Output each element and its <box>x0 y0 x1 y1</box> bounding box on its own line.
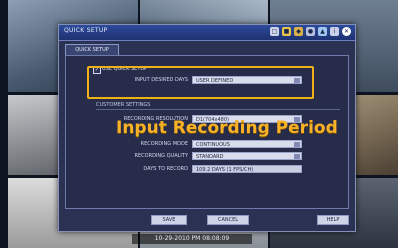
save-button[interactable]: SAVE <box>151 215 187 225</box>
folder-icon[interactable]: ■ <box>282 27 291 36</box>
window-title: QUICK SETUP <box>64 27 108 34</box>
chevron-down-icon <box>294 142 300 147</box>
overlay-caption: Input Recording Period <box>116 118 338 138</box>
section-divider <box>96 109 340 110</box>
camera-icon[interactable]: □ <box>270 27 279 36</box>
help-button[interactable]: HELP <box>317 215 349 225</box>
info-icon[interactable]: i <box>330 27 339 36</box>
record-icon[interactable]: ● <box>306 27 315 36</box>
close-icon[interactable]: ✕ <box>342 27 351 36</box>
titlebar-icons: □ ■ ◆ ● ▲ i ✕ <box>270 27 351 36</box>
status-bar-datetime: 10-29-2010 PM 08:08:09 <box>132 234 252 244</box>
titlebar: QUICK SETUP □ ■ ◆ ● ▲ i ✕ <box>59 25 355 41</box>
recording-mode-label: RECORDING MODE <box>140 141 188 147</box>
chevron-down-icon <box>294 154 300 159</box>
network-icon[interactable]: ▲ <box>318 27 327 36</box>
recording-quality-select[interactable]: STANDARD <box>192 152 302 160</box>
days-to-record-label: DAYS TO RECORD <box>143 166 188 172</box>
days-to-record-field: 109.2 DAYS (1 FPS/CH) <box>192 165 302 173</box>
cancel-button[interactable]: CANCEL <box>207 215 249 225</box>
highlight-box <box>87 66 314 99</box>
lock-icon[interactable]: ◆ <box>294 27 303 36</box>
recording-mode-select[interactable]: CONTINUOUS <box>192 140 302 148</box>
recording-mode-value: CONTINUOUS <box>196 142 230 148</box>
customer-settings-heading: CUSTOMER SETTINGS <box>96 102 151 108</box>
recording-quality-label: RECORDING QUALITY <box>134 153 188 159</box>
recording-quality-value: STANDARD <box>196 154 224 160</box>
